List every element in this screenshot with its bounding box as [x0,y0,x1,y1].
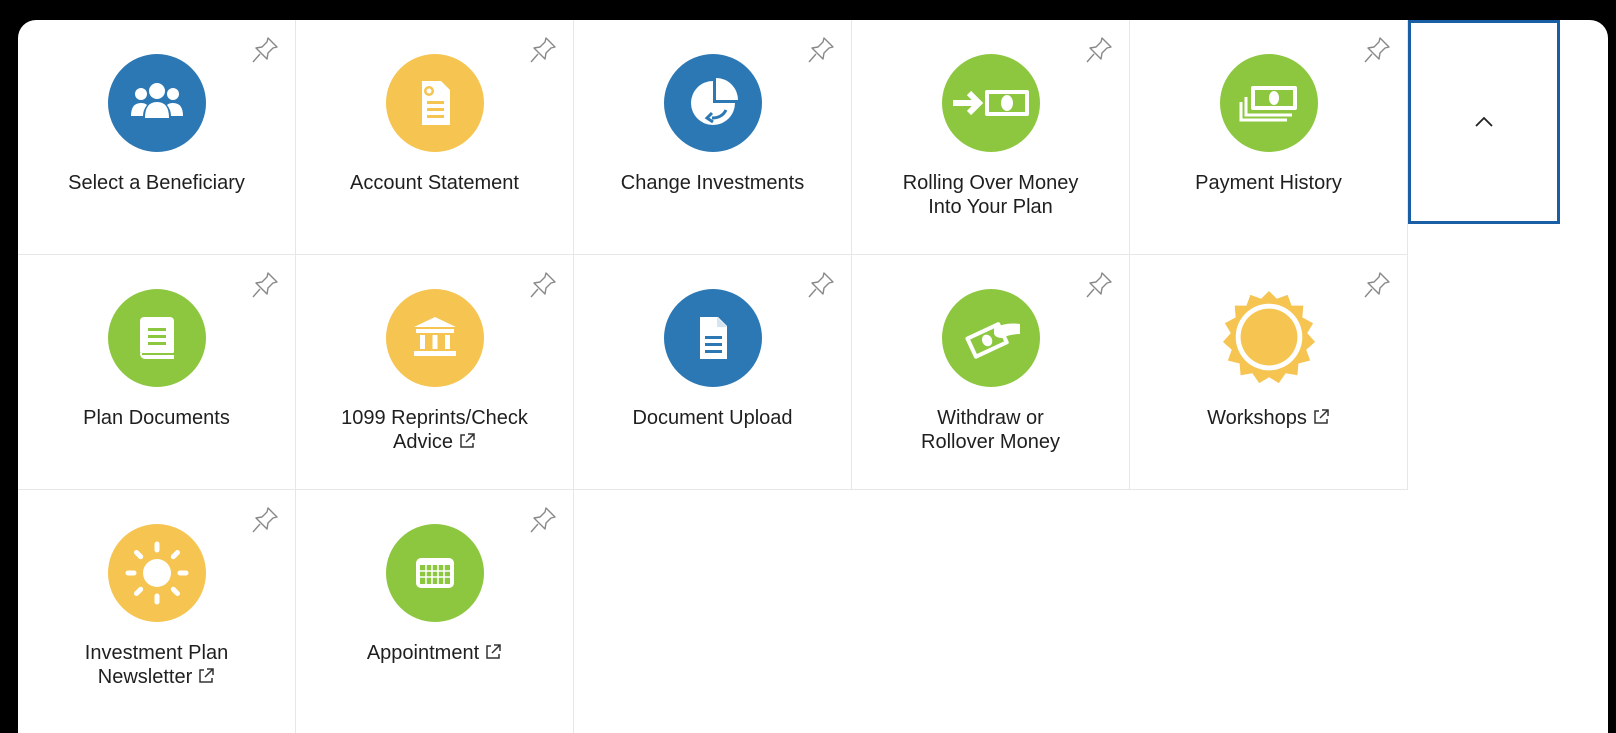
tile-label: Document Upload [632,407,793,429]
pin-icon[interactable] [527,504,559,536]
pin-icon[interactable] [527,34,559,66]
pie-chart-arrow-icon [664,54,762,152]
tile-label: Rolling Over Money Into Your Plan [902,172,1079,218]
empty-cell [852,490,1130,733]
tile-investment-plan-newsletter[interactable]: Investment Plan Newsletter [18,490,296,733]
tile-label: Investment Plan Newsletter [84,642,229,688]
external-link-icon [1314,409,1329,424]
tile-account-statement[interactable]: Account Statement [296,20,574,255]
tile-label: Change Investments [620,172,805,194]
tile-label: 1099 Reprints/Check Advice [341,407,528,453]
tile-plan-documents[interactable]: Plan Documents [18,255,296,490]
external-link-icon [486,644,501,659]
tile-1099-reprints[interactable]: 1099 Reprints/Check Advice [296,255,574,490]
tile-appointment[interactable]: Appointment [296,490,574,733]
bank-icon [386,289,484,387]
tile-workshops[interactable]: Workshops [1130,255,1408,490]
pin-icon[interactable] [249,34,281,66]
tile-label: Withdraw or Rollover Money [921,407,1060,453]
pin-icon[interactable] [527,269,559,301]
pin-icon[interactable] [1083,269,1115,301]
statement-icon [386,54,484,152]
collapse-button[interactable] [1408,20,1560,224]
sun-icon [108,524,206,622]
tile-select-beneficiary[interactable]: Select a Beneficiary [18,20,296,255]
pin-icon[interactable] [249,269,281,301]
external-link-icon [199,668,214,683]
pin-icon[interactable] [805,269,837,301]
tile-document-upload[interactable]: Document Upload [574,255,852,490]
tile-label: Appointment [306,641,563,665]
pin-icon[interactable] [249,504,281,536]
chevron-up-icon [1475,116,1493,127]
tile-payment-history[interactable]: Payment History [1130,20,1408,255]
pin-icon[interactable] [1361,34,1393,66]
hand-money-icon [942,289,1040,387]
stacked-money-icon [1220,54,1318,152]
empty-cell [1130,490,1408,733]
calendar-icon [386,524,484,622]
people-icon [108,54,206,152]
tile-label: Select a Beneficiary [68,172,245,194]
document-icon [664,289,762,387]
pin-icon[interactable] [805,34,837,66]
quick-links-grid: Select a Beneficiary Account Statement C… [18,20,1408,733]
empty-cell [574,490,852,733]
tile-label: Account Statement [350,172,519,194]
tile-label: Plan Documents [83,407,230,429]
external-link-icon [460,433,475,448]
tile-withdraw-rollover[interactable]: Withdraw or Rollover Money [852,255,1130,490]
money-arrow-icon [942,54,1040,152]
tile-label: Workshops [1140,406,1397,430]
sun-badge-icon [1220,289,1318,387]
tile-rolling-over-money[interactable]: Rolling Over Money Into Your Plan [852,20,1130,255]
book-icon [108,289,206,387]
quick-links-panel: Select a Beneficiary Account Statement C… [18,20,1608,733]
tile-change-investments[interactable]: Change Investments [574,20,852,255]
tile-label: Payment History [1195,172,1342,194]
pin-icon[interactable] [1083,34,1115,66]
pin-icon[interactable] [1361,269,1393,301]
